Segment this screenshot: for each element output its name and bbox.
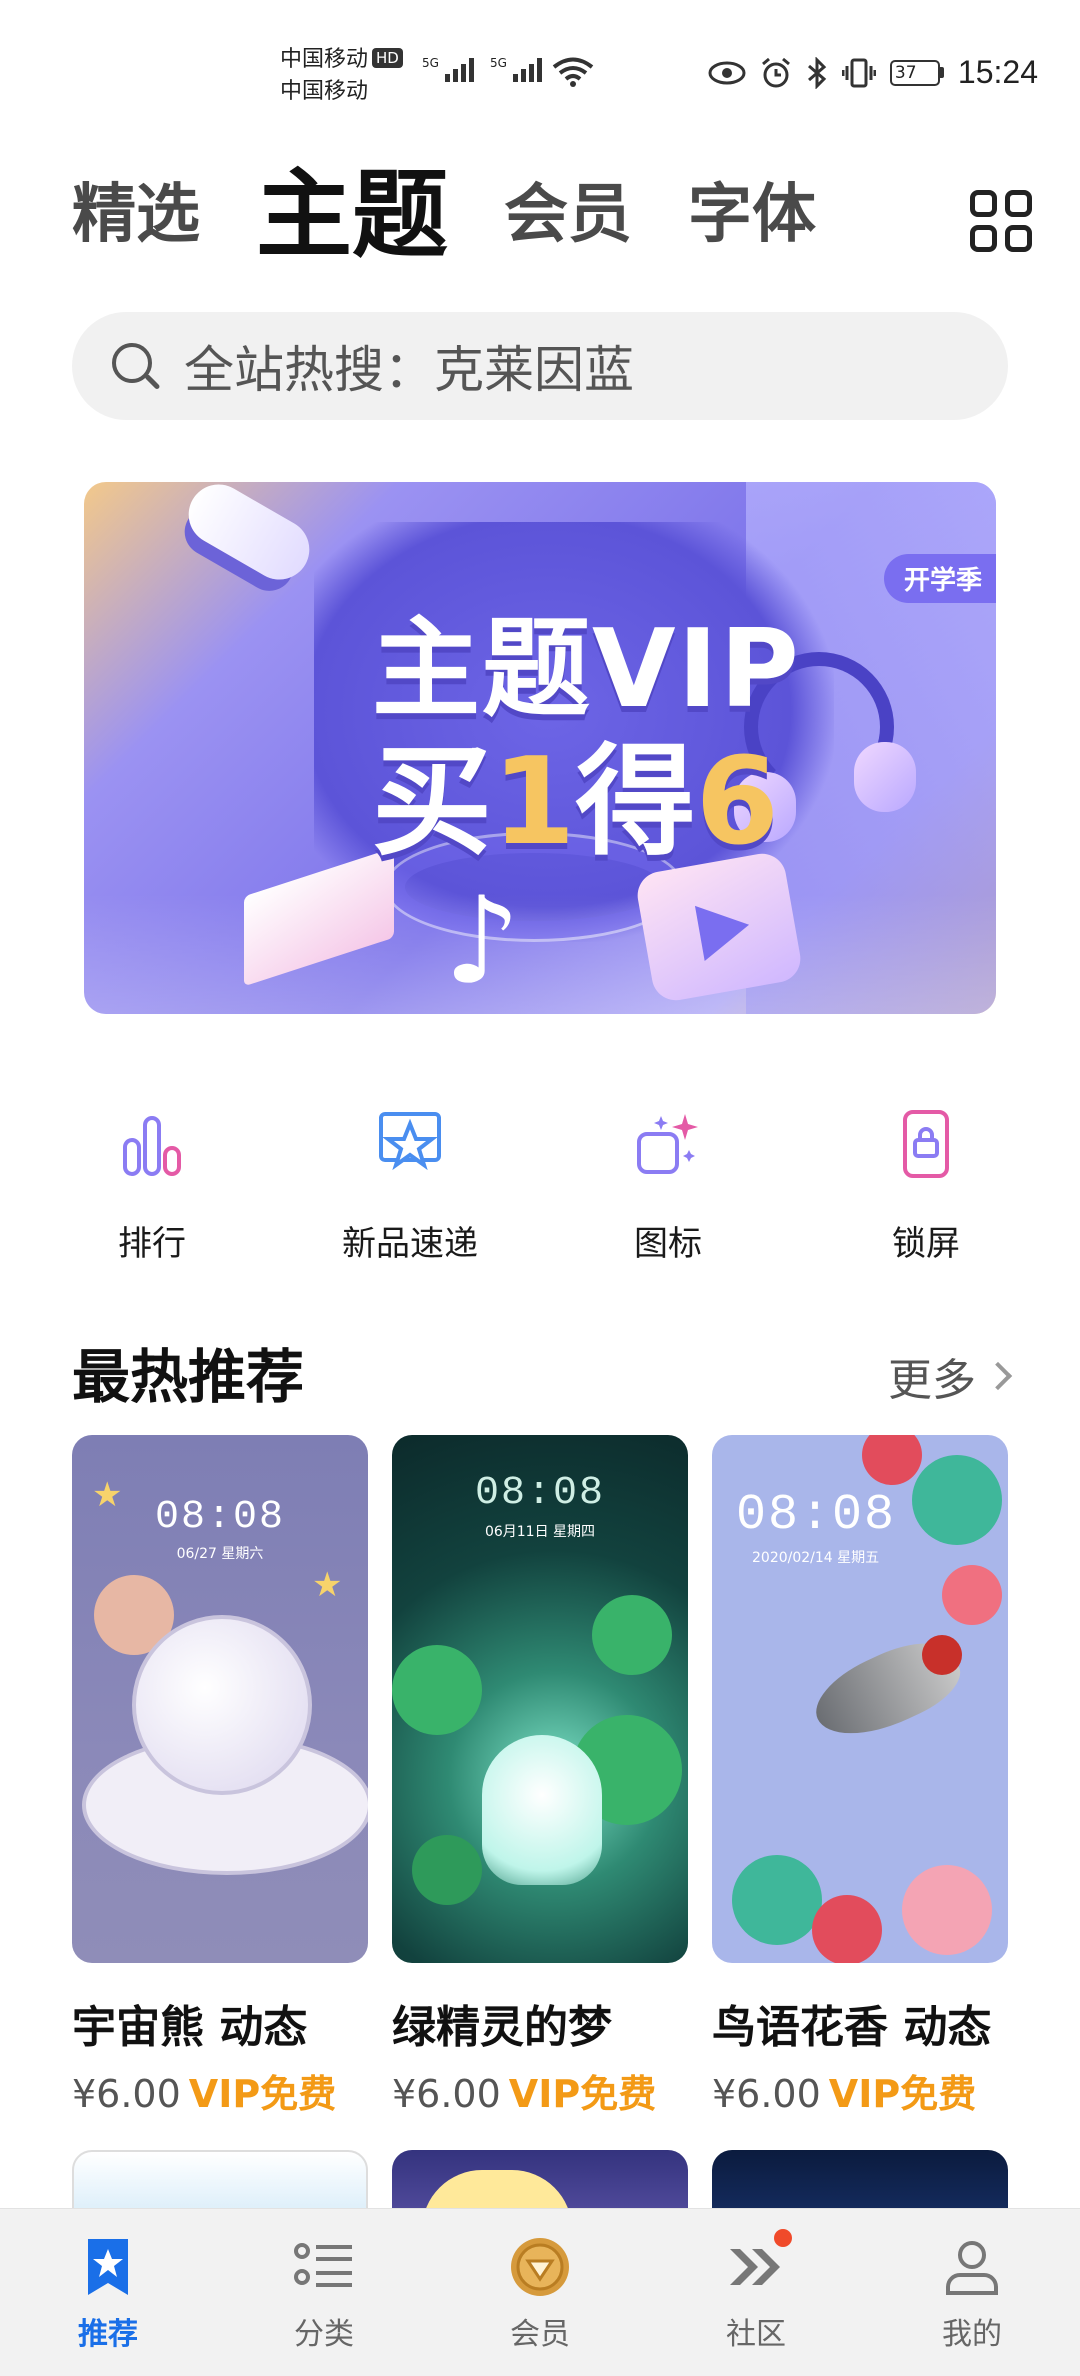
battery-icon: 37 (889, 59, 944, 86)
carrier-1: 中国移动 (280, 47, 369, 72)
vip-coin-icon (508, 2235, 572, 2299)
tab-fonts[interactable]: 字体 (688, 160, 816, 270)
section-title-hot-picks: 最热推荐 (72, 1343, 305, 1411)
nav-membership[interactable]: 会员 (432, 2209, 648, 2376)
theme-price: ¥6.00 (72, 2072, 181, 2116)
promo-banner[interactable]: ♪ 主题VIP 买1得6 开学季 (84, 482, 996, 1014)
category-grid-icon[interactable] (970, 190, 1032, 252)
wifi-icon (552, 56, 594, 92)
eye-icon (708, 61, 746, 84)
nav-community[interactable]: 社区 (648, 2209, 864, 2376)
community-icon (724, 2229, 792, 2299)
search-bar[interactable]: 全站热搜：克莱因蓝 (72, 312, 1008, 420)
alarm-icon (761, 57, 790, 87)
signal-2-icon: 5G (490, 56, 542, 82)
nav-category[interactable]: 分类 (216, 2209, 432, 2376)
carrier-info: 中国移动 HD 中国移动 (280, 44, 403, 108)
theme-preview-space-bear: 08:08 06/27 星期六 ★ ★ (72, 1435, 368, 1963)
clock: 15:24 (957, 54, 1038, 90)
vip-free-label: VIP免费 (828, 2072, 977, 2116)
profile-icon (940, 2235, 1004, 2299)
theme-preview-birds-flowers: 08:08 2020/02/14 星期五 (712, 1435, 1008, 1963)
hd-badge: HD (372, 48, 403, 68)
theme-card[interactable]: 08:08 2020/02/14 星期五 鸟语花香 动态 ¥6.00 VIP免费 (712, 1435, 1008, 2118)
ranking-icon (117, 1110, 187, 1180)
tab-membership[interactable]: 会员 (504, 160, 632, 270)
search-hot-keyword: 全站热搜：克莱因蓝 (184, 341, 634, 399)
theme-name: 宇宙熊 动态 (72, 2002, 308, 2053)
bottom-navigation: 推荐 分类 会员 社区 我的 (0, 2208, 1080, 2376)
star-bookmark-icon (76, 2235, 140, 2299)
quick-entries: 排行 新品速递 图标 锁屏 (0, 1110, 1080, 1280)
status-icons: 37 15:24 (708, 54, 1038, 91)
paintbrush-illustration (177, 482, 321, 591)
theme-price: ¥6.00 (392, 2072, 501, 2116)
new-arrivals-icon (375, 1110, 445, 1180)
carrier-2: 中国移动 (280, 79, 369, 104)
lockscreen-icon (891, 1110, 961, 1180)
quick-entry-ranking[interactable]: 排行 (52, 1110, 252, 1265)
signal-1-icon: 5G (422, 56, 474, 82)
theme-card[interactable]: 08:08 06/27 星期六 ★ ★ 宇宙熊 动态 ¥6.00 VIP免费 (72, 1435, 368, 2118)
vip-free-label: VIP免费 (188, 2072, 337, 2116)
search-icon (108, 339, 162, 393)
more-link[interactable]: 更多 (888, 1344, 1013, 1408)
chevron-right-icon (983, 1361, 1013, 1391)
banner-subheadline: 买1得6 (372, 733, 779, 872)
notification-dot (774, 2229, 792, 2247)
theme-preview-green-spirit: 08:08 06月11日 星期四 (392, 1435, 688, 1963)
status-bar: 中国移动 HD 中国移动 5G 5G 37 15:24 (0, 0, 1080, 140)
nav-profile[interactable]: 我的 (864, 2209, 1080, 2376)
top-tabs: 精选 主题 会员 字体 (72, 150, 816, 270)
back-to-school-badge: 开学季 (883, 554, 996, 603)
vip-free-label: VIP免费 (508, 2072, 657, 2116)
music-note-illustration: ♪ (444, 872, 521, 1011)
bluetooth-icon (807, 56, 827, 89)
tab-featured[interactable]: 精选 (72, 160, 200, 270)
tab-themes[interactable]: 主题 (256, 160, 448, 270)
theme-name: 鸟语花香 动态 (712, 2002, 992, 2053)
quick-entry-lockscreen[interactable]: 锁屏 (826, 1110, 1026, 1265)
theme-price: ¥6.00 (712, 2072, 821, 2116)
icons-icon (633, 1110, 703, 1180)
list-icon (292, 2235, 356, 2299)
nav-recommend[interactable]: 推荐 (0, 2209, 216, 2376)
theme-name: 绿精灵的梦 (392, 2002, 612, 2053)
theme-card[interactable]: 08:08 06月11日 星期四 绿精灵的梦 ¥6.00 VIP免费 (392, 1435, 688, 2118)
quick-entry-icons[interactable]: 图标 (568, 1110, 768, 1265)
quick-entry-new-arrivals[interactable]: 新品速递 (310, 1110, 510, 1265)
vibrate-icon (841, 58, 876, 87)
